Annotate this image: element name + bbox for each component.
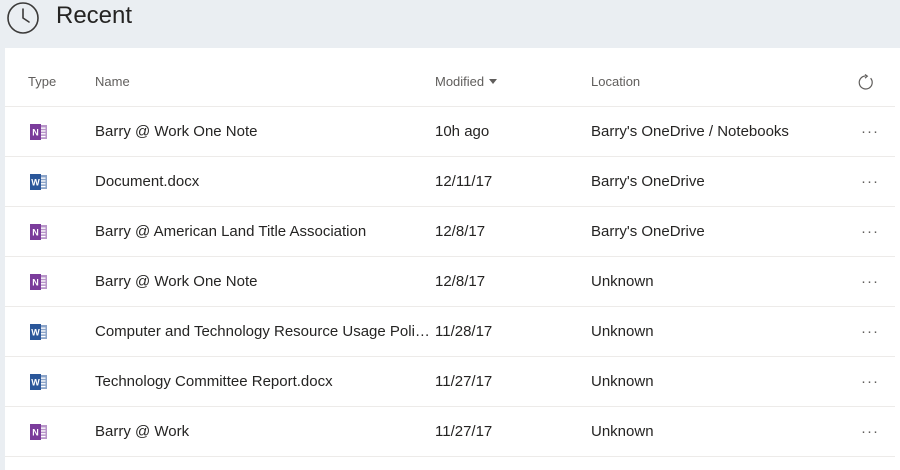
file-row[interactable]: N Barry @ Work 11/27/17 Unknown ··· bbox=[5, 407, 895, 457]
more-options-button[interactable]: ··· bbox=[855, 257, 885, 307]
page-header: Recent bbox=[0, 0, 900, 46]
svg-text:N: N bbox=[32, 228, 39, 238]
onenote-icon: N bbox=[30, 224, 47, 240]
more-options-button[interactable]: ··· bbox=[855, 207, 885, 257]
file-location: Unknown bbox=[591, 273, 654, 290]
file-location: Barry's OneDrive / Notebooks bbox=[591, 123, 789, 140]
file-modified: 12/8/17 bbox=[435, 273, 486, 290]
word-icon: W bbox=[30, 174, 47, 190]
word-icon: W bbox=[30, 324, 47, 340]
file-location: Barry's OneDrive bbox=[591, 173, 705, 190]
file-location: Unknown bbox=[591, 423, 654, 440]
file-modified: 11/28/17 bbox=[435, 323, 493, 340]
column-header-name[interactable]: Name bbox=[95, 57, 435, 107]
file-name-link[interactable]: Document.docx bbox=[95, 157, 435, 207]
svg-text:W: W bbox=[31, 378, 40, 388]
refresh-icon[interactable] bbox=[857, 74, 874, 91]
file-location: Unknown bbox=[591, 323, 654, 340]
svg-text:W: W bbox=[31, 178, 40, 188]
file-row[interactable]: N Barry @ American Land Title Association… bbox=[5, 207, 895, 257]
file-name-link[interactable]: Barry @ Work One Note bbox=[95, 257, 435, 307]
file-row[interactable]: N Barry @ Work One Note 12/8/17 Unknown ··· bbox=[5, 257, 895, 307]
onenote-icon: N bbox=[30, 274, 47, 290]
file-row[interactable]: W Computer and Technology Resource Usage … bbox=[5, 307, 895, 357]
file-row[interactable]: N Barry @ Work One Note 10h ago Barry's One… bbox=[5, 107, 895, 157]
more-options-button[interactable]: ··· bbox=[855, 357, 885, 407]
file-name-link[interactable]: Computer and Technology Resource Usage P… bbox=[95, 307, 435, 357]
more-options-button[interactable]: ··· bbox=[855, 407, 885, 457]
svg-text:N: N bbox=[32, 128, 39, 138]
file-name-link[interactable]: Barry @ Work One Note bbox=[95, 107, 435, 157]
more-options-button[interactable]: ··· bbox=[855, 307, 885, 357]
word-icon: W bbox=[30, 374, 47, 390]
column-header-type: Type bbox=[28, 74, 57, 89]
column-header-modified-label: Modified bbox=[435, 74, 485, 89]
column-header-location[interactable]: Location bbox=[591, 57, 821, 107]
onenote-icon: N bbox=[30, 124, 47, 140]
file-location: Barry's OneDrive bbox=[591, 223, 705, 240]
onenote-icon: N bbox=[30, 424, 47, 440]
file-row[interactable]: W Technology Committee Report.docx 11/27/1… bbox=[5, 357, 895, 407]
more-options-button[interactable]: ··· bbox=[855, 107, 885, 157]
file-name-link[interactable]: Barry @ American Land Title Association bbox=[95, 207, 435, 257]
svg-text:N: N bbox=[32, 278, 39, 288]
file-name-link[interactable]: Technology Committee Report.docx bbox=[95, 357, 435, 407]
svg-text:W: W bbox=[31, 328, 40, 338]
file-location: Unknown bbox=[591, 373, 654, 390]
more-options-button[interactable]: ··· bbox=[855, 157, 885, 207]
caret-down-icon bbox=[489, 79, 498, 84]
file-modified: 12/11/17 bbox=[435, 173, 493, 190]
file-name-link[interactable]: Barry @ Work bbox=[95, 407, 435, 457]
page-title: Recent bbox=[56, 2, 133, 29]
file-modified: 11/27/17 bbox=[435, 373, 493, 390]
file-modified: 11/27/17 bbox=[435, 423, 493, 440]
svg-text:N: N bbox=[32, 428, 39, 438]
clock-icon bbox=[7, 2, 39, 34]
column-header-modified[interactable]: Modified bbox=[435, 57, 575, 107]
column-header-row: Type Name Modified Location bbox=[5, 57, 895, 107]
file-row[interactable]: W Document.docx 12/11/17 Barry's OneDrive ··… bbox=[5, 157, 895, 207]
file-modified: 10h ago bbox=[435, 123, 490, 140]
file-modified: 12/8/17 bbox=[435, 223, 486, 240]
